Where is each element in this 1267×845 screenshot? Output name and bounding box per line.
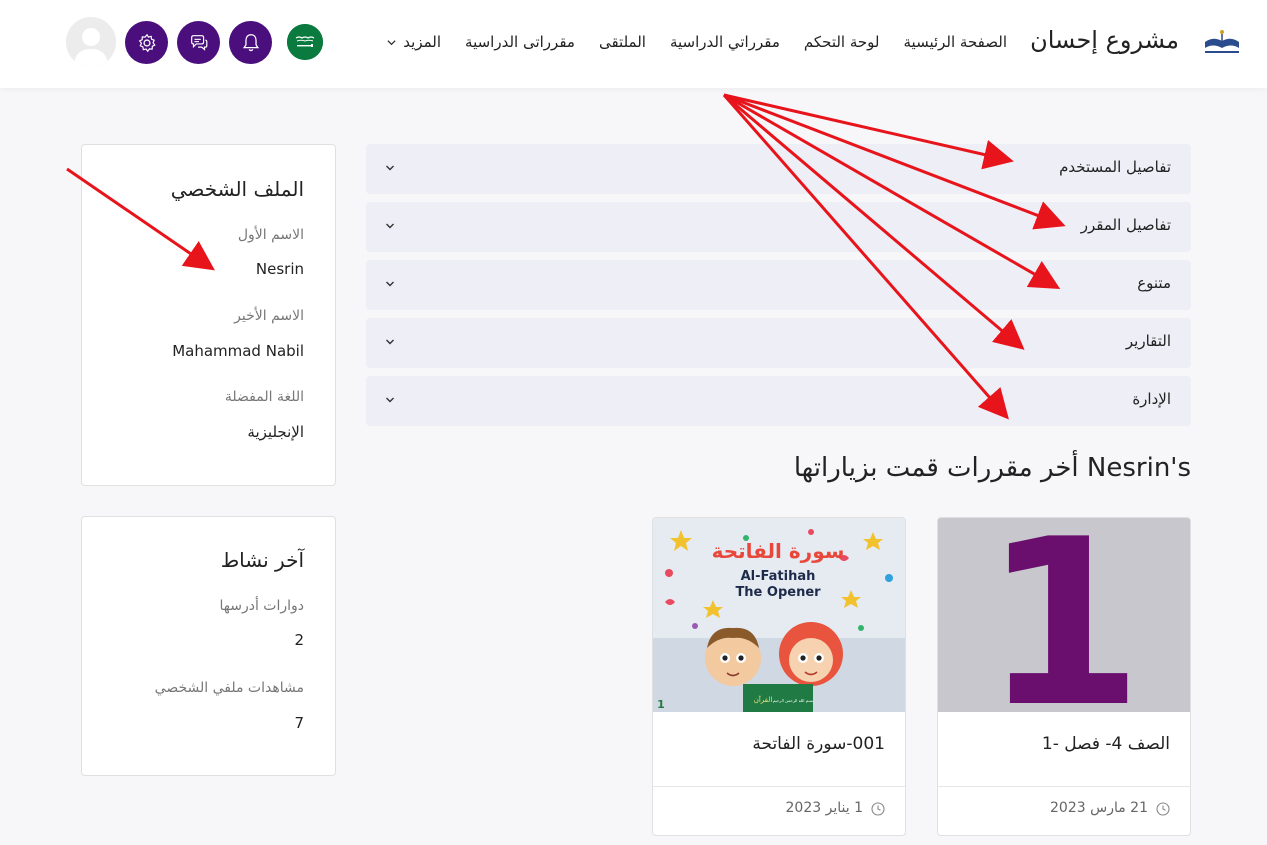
settings-button[interactable] — [125, 21, 168, 64]
chevron-down-icon — [386, 281, 394, 287]
profile-views-label: مشاهدات ملفي الشخصي — [154, 680, 304, 696]
chevron-down-icon — [386, 223, 394, 229]
course-card[interactable]: 1 الصف 4- فصل -1 21 مارس 2023 — [937, 517, 1191, 836]
card-divider — [653, 786, 905, 787]
nav-more[interactable]: المزيد — [386, 33, 441, 51]
last-name-value: Mahammad Nabil — [172, 342, 304, 360]
accordion-user-details[interactable]: تفاصيل المستخدم — [366, 144, 1191, 194]
nav-my-courses[interactable]: مقرراتي الدراسية — [670, 33, 780, 51]
brand-title[interactable]: مشروع إحسان — [1030, 26, 1179, 54]
book-text: بسم الله الرحمن الرحيم — [773, 698, 813, 703]
top-header: مشروع إحسان الصفحة الرئيسية لوحة التحكم … — [0, 0, 1267, 88]
thumbnail-english-title: Al-Fatihah — [741, 569, 816, 584]
user-avatar[interactable] — [66, 17, 116, 67]
language-label: اللغة المفضلة — [224, 389, 304, 405]
activity-block: آخر نشاط دوارات أدرسها 2 مشاهدات ملفي ال… — [81, 516, 336, 776]
gear-icon — [138, 33, 156, 52]
accordion-label: تفاصيل المقرر — [1080, 216, 1171, 234]
profile-sections-accordion: تفاصيل المستخدم تفاصيل المقرر متنوع التق… — [366, 144, 1191, 434]
course-date: 21 مارس 2023 — [1050, 800, 1148, 816]
language-value: الإنجليزية — [247, 423, 304, 441]
nav-courses[interactable]: مقرراتى الدراسية — [465, 33, 575, 51]
course-thumbnail[interactable]: 1 — [938, 518, 1190, 712]
accordion-administration[interactable]: الإدارة — [366, 376, 1191, 426]
thumbnail-english-subtitle: The Opener — [735, 585, 821, 600]
nav-home[interactable]: الصفحة الرئيسية — [904, 33, 1008, 51]
course-title[interactable]: 001-سورة الفاتحة — [752, 734, 885, 754]
first-name-label: الاسم الأول — [237, 227, 304, 243]
first-name-value: Nesrin — [255, 260, 304, 278]
profile-views-value: 7 — [294, 714, 304, 732]
accordion-label: الإدارة — [1132, 390, 1171, 408]
chevron-down-icon — [386, 397, 394, 403]
course-date: 1 يناير 2023 — [785, 800, 863, 816]
accordion-label: تفاصيل المستخدم — [1059, 158, 1171, 176]
clock-icon — [1156, 802, 1170, 816]
course-thumbnail[interactable]: سورة الفاتحة Al-Fatihah The Opener القرآ… — [653, 518, 905, 712]
card-divider — [938, 786, 1190, 787]
book-label: القرآن — [754, 695, 773, 704]
saudi-flag-icon[interactable] — [287, 24, 323, 60]
courses-count-value: 2 — [294, 631, 304, 649]
nav-dashboard[interactable]: لوحة التحكم — [804, 33, 880, 51]
messages-button[interactable] — [177, 21, 220, 64]
course-title[interactable]: الصف 4- فصل -1 — [1042, 734, 1170, 754]
accordion-label: التقارير — [1125, 332, 1171, 350]
profile-title: الملف الشخصي — [170, 177, 304, 201]
thumbnail-page-number: 1 — [657, 698, 665, 711]
site-logo[interactable] — [1201, 28, 1243, 56]
accordion-label: متنوع — [1137, 274, 1171, 292]
chevron-down-icon — [386, 339, 394, 345]
chevron-down-icon — [386, 165, 394, 171]
bell-icon — [242, 33, 259, 51]
clock-icon — [871, 802, 885, 816]
nav-forum[interactable]: الملتقى — [599, 33, 646, 51]
chat-bubbles-icon — [190, 34, 207, 51]
activity-title: آخر نشاط — [220, 548, 304, 572]
notifications-button[interactable] — [229, 21, 272, 64]
nav-more-label: المزيد — [403, 33, 442, 51]
last-name-label: الاسم الأخير — [234, 308, 304, 324]
main-nav: الصفحة الرئيسية لوحة التحكم مقرراتي الدر… — [386, 33, 1007, 51]
accordion-course-details[interactable]: تفاصيل المقرر — [366, 202, 1191, 252]
chevron-down-icon — [387, 39, 396, 45]
thumbnail-digit: 1 — [983, 518, 1143, 712]
thumbnail-arabic-title: سورة الفاتحة — [712, 539, 845, 563]
accordion-reports[interactable]: التقارير — [366, 318, 1191, 368]
accordion-miscellaneous[interactable]: متنوع — [366, 260, 1191, 310]
course-card[interactable]: سورة الفاتحة Al-Fatihah The Opener القرآ… — [652, 517, 906, 836]
recent-courses-title: Nesrin's أخر مقررات قمت بزياراتها — [793, 453, 1191, 483]
courses-count-label: دوارات أدرسها — [219, 598, 305, 614]
profile-block: الملف الشخصي الاسم الأول Nesrin الاسم ال… — [81, 144, 336, 486]
